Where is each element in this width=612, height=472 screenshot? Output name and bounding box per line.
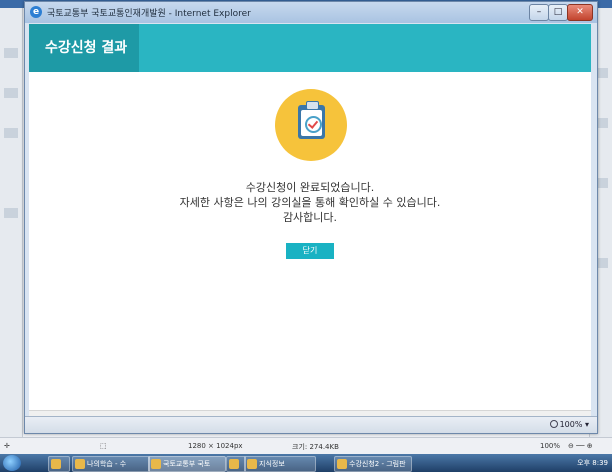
page-header: 수강신청 결과 xyxy=(29,24,591,72)
taskbar-item[interactable]: 국토교통부 국토 xyxy=(148,456,226,472)
ie-popup-window: e 국토교통부 국토교통인재개발원 - Internet Explorer – … xyxy=(24,1,598,434)
magnifier-icon xyxy=(549,420,558,428)
selection-icon: ⬚ xyxy=(100,442,107,450)
explorer-taskbar-button[interactable] xyxy=(48,456,70,472)
taskbar-item[interactable]: 지식정보 xyxy=(244,456,316,472)
taskbar-item[interactable]: 수강신청2 - 그림판 xyxy=(334,456,412,472)
minimize-button[interactable]: – xyxy=(529,4,549,21)
message-line: 자세한 사항은 나의 강의실을 통해 확인하실 수 있습니다. xyxy=(179,196,441,209)
completion-badge xyxy=(275,89,347,161)
start-button[interactable] xyxy=(3,455,21,471)
crosshair-icon: ✛ xyxy=(4,442,10,450)
app-s-icon xyxy=(247,459,257,469)
internet-explorer-icon: e xyxy=(30,6,42,18)
image-viewer-status-bar: ✛ ⬚ 1280 × 1024px 크기: 274.4KB 100% ⊖ ── … xyxy=(0,437,612,455)
zoom-control[interactable]: 100% ▾ xyxy=(549,420,589,429)
ie-status-bar: 100% ▾ xyxy=(25,416,597,433)
close-window-button[interactable]: ✕ xyxy=(567,4,593,21)
page-content: 수강신청 결과 수강신청이 완료되었습니다. 자세한 사항은 나의 강의실을 통… xyxy=(29,24,591,416)
taskbar-item[interactable] xyxy=(226,456,246,472)
taskbar-clock: 오후 8:39 xyxy=(577,459,608,467)
window-title: 국토교통부 국토교통인재개발원 - Internet Explorer xyxy=(47,9,251,19)
zoom-slider[interactable]: ⊖ ── ⊕ xyxy=(568,442,593,450)
page-title: 수강신청 결과 xyxy=(29,24,140,72)
ie-icon xyxy=(151,459,161,469)
windows-taskbar: 나의학습 - 수 국토교통부 국토 지식정보 수강신청2 - 그림판 오후 8:… xyxy=(0,454,612,472)
clipboard-check-icon xyxy=(298,101,325,139)
message-line: 감사합니다. xyxy=(282,211,338,224)
paint-icon xyxy=(337,459,347,469)
media-icon xyxy=(229,459,239,469)
background-left-panel xyxy=(0,8,23,438)
image-dimensions: 1280 × 1024px xyxy=(188,442,243,450)
taskbar-item[interactable]: 나의학습 - 수 xyxy=(72,456,150,472)
completion-message: 수강신청이 완료되었습니다. 자세한 사항은 나의 강의실을 통해 확인하실 수… xyxy=(29,180,591,225)
close-button[interactable]: 닫기 xyxy=(286,243,334,259)
file-size: 크기: 274.4KB xyxy=(292,443,339,451)
ie-icon xyxy=(75,459,85,469)
window-title-bar[interactable]: e 국토교통부 국토교통인재개발원 - Internet Explorer – … xyxy=(25,2,597,23)
maximize-button[interactable]: □ xyxy=(548,4,568,21)
message-line: 수강신청이 완료되었습니다. xyxy=(245,181,375,194)
viewer-zoom: 100% xyxy=(540,442,561,450)
